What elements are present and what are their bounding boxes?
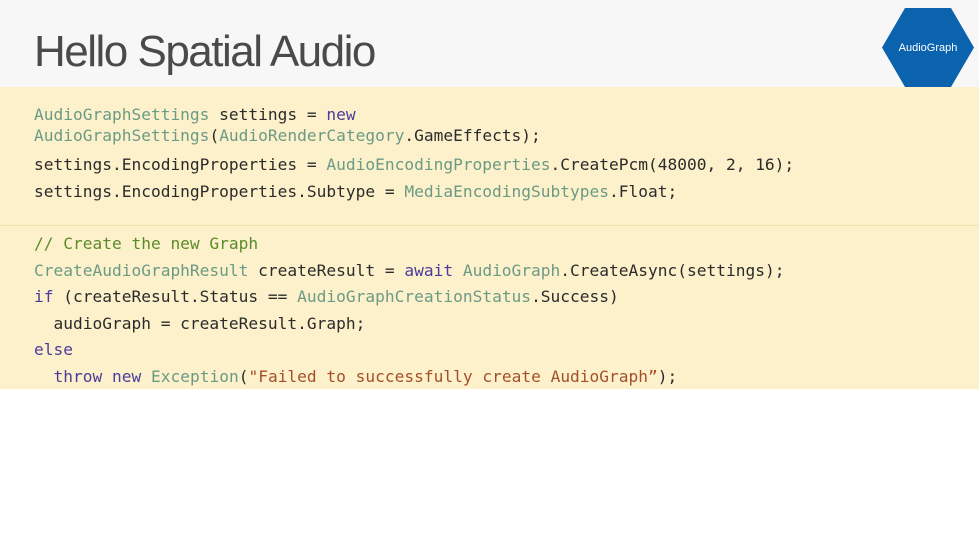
code-text-token: ( [238,366,249,386]
code-line: else [34,337,979,364]
code-type-token: AudioGraph [462,260,561,280]
badge-label: AudioGraph [898,41,958,54]
audiograph-badge: AudioGraph [882,8,974,87]
code-type-token: Exception [150,366,239,386]
code-keyword-token: await [404,260,454,280]
code-keyword-token: new [326,105,356,124]
code-text-token: .GameEffects); [404,126,541,145]
code-type-token: AudioEncodingProperties [326,155,551,174]
code-text-token: ( [209,126,220,145]
code-text-token: .Float; [609,181,678,201]
code-text-token: createResult = [248,260,405,280]
code-line: throw new Exception("Failed to successfu… [34,364,979,391]
code-line: AudioGraphSettings(AudioRenderCategory.G… [34,125,979,146]
code-text-token: .CreateAsync(settings); [560,260,785,280]
code-line: audioGraph = createResult.Graph; [34,311,979,338]
code-line: if (createResult.Status == AudioGraphCre… [34,284,979,311]
code-text-token: (createResult.Status == [53,287,298,306]
code-keyword-token: throw [53,366,103,386]
code-text-token: .CreatePcm(48000, 2, 16); [550,155,795,174]
code-text-token: audioGraph = createResult.Graph; [34,313,366,333]
code-text-token: settings = [209,105,327,124]
code-type-token: MediaEncodingSubtypes [404,181,610,201]
code-type-token: AudioGraphSettings [34,126,210,145]
code-string-token: "Failed to successfully create AudioGrap… [248,366,658,386]
code-text-token: .Success) [531,287,619,306]
code-block-create-graph: // Create the new Graph CreateAudioGraph… [0,225,979,389]
code-text-token: settings.EncodingProperties.Subtype = [34,181,405,201]
slide-title: Hello Spatial Audio [34,27,376,76]
code-type-token: AudioGraphSettings [34,105,210,124]
code-text-token: ); [657,366,678,386]
slide-header: Hello Spatial Audio [0,0,979,87]
code-keyword-token: new [111,366,142,386]
code-keyword-token: if [34,287,54,306]
code-text-token: settings.EncodingProperties = [34,155,327,174]
code-keyword-token: else [34,340,73,359]
code-type-token: AudioRenderCategory [219,126,405,145]
code-line: CreateAudioGraphResult createResult = aw… [34,258,979,285]
code-line: AudioGraphSettings settings = new [34,104,979,125]
code-comment-token: // Create the new Graph [34,234,259,253]
code-type-token: CreateAudioGraphResult [34,260,249,280]
code-comment: // Create the new Graph [34,231,979,258]
code-line: settings.EncodingProperties.Subtype = Me… [34,179,979,206]
code-type-token: AudioGraphCreationStatus [297,287,532,306]
code-block-settings: AudioGraphSettings settings = new AudioG… [0,87,979,225]
code-line: settings.EncodingProperties = AudioEncod… [34,152,979,179]
